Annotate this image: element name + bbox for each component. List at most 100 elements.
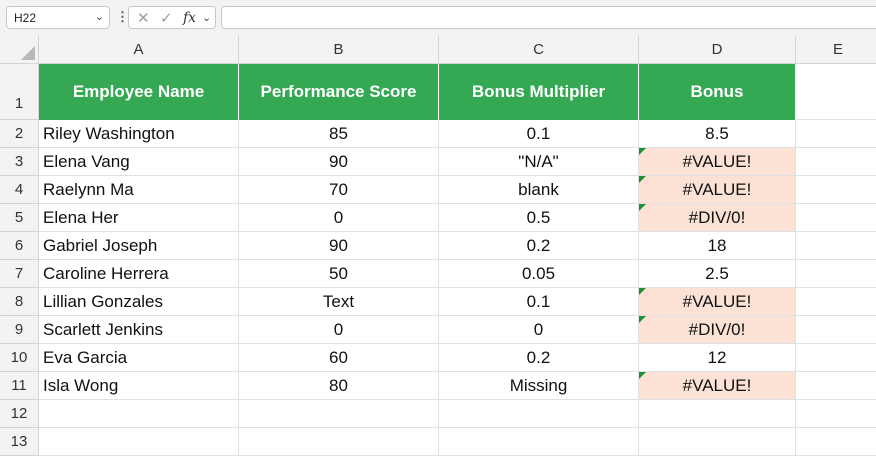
error-indicator-icon[interactable] <box>639 288 646 295</box>
error-indicator-icon[interactable] <box>639 148 646 155</box>
table-header-cell[interactable]: Bonus Multiplier <box>439 64 639 120</box>
empty-cell[interactable] <box>796 344 876 372</box>
table-cell-score[interactable]: 70 <box>239 176 439 204</box>
table-cell-bonus[interactable]: 8.5 <box>639 120 796 148</box>
table-cell-score[interactable]: 85 <box>239 120 439 148</box>
table-cell-score[interactable]: 0 <box>239 204 439 232</box>
row-header-4[interactable]: 4 <box>0 176 39 204</box>
table-cell-name[interactable]: Caroline Herrera <box>39 260 239 288</box>
empty-cell[interactable] <box>796 64 876 120</box>
table-cell-score[interactable]: Text <box>239 288 439 316</box>
table-cell-name[interactable]: Scarlett Jenkins <box>39 316 239 344</box>
table-cell-multiplier[interactable]: 0.1 <box>439 288 639 316</box>
empty-cell[interactable] <box>639 428 796 456</box>
name-box-value: H22 <box>14 11 37 25</box>
empty-cell[interactable] <box>796 120 876 148</box>
table-cell-multiplier[interactable]: 0.2 <box>439 344 639 372</box>
table-cell-bonus[interactable]: #VALUE! <box>639 148 796 176</box>
empty-cell[interactable] <box>439 428 639 456</box>
table-cell-score[interactable]: 80 <box>239 372 439 400</box>
empty-cell[interactable] <box>796 400 876 428</box>
error-indicator-icon[interactable] <box>639 204 646 211</box>
empty-cell[interactable] <box>796 260 876 288</box>
table-cell-score[interactable]: 0 <box>239 316 439 344</box>
empty-cell[interactable] <box>796 428 876 456</box>
table-cell-multiplier[interactable]: 0.2 <box>439 232 639 260</box>
row-header-12[interactable]: 12 <box>0 400 39 428</box>
row-header-10[interactable]: 10 <box>0 344 39 372</box>
table-cell-multiplier[interactable]: 0.5 <box>439 204 639 232</box>
column-header-e[interactable]: E <box>796 36 876 64</box>
table-cell-name[interactable]: Elena Her <box>39 204 239 232</box>
table-header-cell[interactable]: Bonus <box>639 64 796 120</box>
table-cell-name[interactable]: Gabriel Joseph <box>39 232 239 260</box>
checkmark-icon[interactable]: ✓ <box>160 9 173 27</box>
table-cell-bonus[interactable]: #DIV/0! <box>639 316 796 344</box>
select-all-button[interactable] <box>0 36 39 64</box>
column-header-c[interactable]: C <box>439 36 639 64</box>
table-cell-multiplier[interactable]: 0 <box>439 316 639 344</box>
chevron-down-icon[interactable]: ⌄ <box>202 11 211 24</box>
row-header-2[interactable]: 2 <box>0 120 39 148</box>
error-value: #DIV/0! <box>688 208 746 227</box>
empty-cell[interactable] <box>796 148 876 176</box>
empty-cell[interactable] <box>439 400 639 428</box>
column-header-a[interactable]: A <box>39 36 239 64</box>
table-cell-multiplier[interactable]: 0.05 <box>439 260 639 288</box>
table-cell-name[interactable]: Isla Wong <box>39 372 239 400</box>
empty-cell[interactable] <box>796 204 876 232</box>
table-cell-score[interactable]: 50 <box>239 260 439 288</box>
table-cell-bonus[interactable]: #VALUE! <box>639 372 796 400</box>
cancel-icon[interactable]: ✕ <box>137 9 150 27</box>
column-header-d[interactable]: D <box>639 36 796 64</box>
row-header-3[interactable]: 3 <box>0 148 39 176</box>
empty-cell[interactable] <box>639 400 796 428</box>
row-header-5[interactable]: 5 <box>0 204 39 232</box>
table-cell-bonus[interactable]: #VALUE! <box>639 288 796 316</box>
table-cell-bonus[interactable]: 2.5 <box>639 260 796 288</box>
chevron-down-icon[interactable]: ⌄ <box>95 10 104 23</box>
table-cell-name[interactable]: Lillian Gonzales <box>39 288 239 316</box>
empty-cell[interactable] <box>796 232 876 260</box>
error-value: #VALUE! <box>682 292 752 311</box>
row-header-11[interactable]: 11 <box>0 372 39 400</box>
error-indicator-icon[interactable] <box>639 372 646 379</box>
table-cell-score[interactable]: 90 <box>239 232 439 260</box>
table-cell-name[interactable]: Elena Vang <box>39 148 239 176</box>
table-cell-name[interactable]: Riley Washington <box>39 120 239 148</box>
empty-cell[interactable] <box>239 400 439 428</box>
table-header-cell[interactable]: Employee Name <box>39 64 239 120</box>
empty-cell[interactable] <box>239 428 439 456</box>
error-indicator-icon[interactable] <box>639 176 646 183</box>
empty-cell[interactable] <box>796 176 876 204</box>
empty-cell[interactable] <box>796 316 876 344</box>
table-cell-multiplier[interactable]: "N/A" <box>439 148 639 176</box>
table-cell-name[interactable]: Eva Garcia <box>39 344 239 372</box>
table-cell-score[interactable]: 90 <box>239 148 439 176</box>
row-header-8[interactable]: 8 <box>0 288 39 316</box>
table-cell-bonus[interactable]: #VALUE! <box>639 176 796 204</box>
table-cell-bonus[interactable]: 18 <box>639 232 796 260</box>
empty-cell[interactable] <box>796 288 876 316</box>
table-cell-multiplier[interactable]: 0.1 <box>439 120 639 148</box>
table-cell-bonus[interactable]: #DIV/0! <box>639 204 796 232</box>
table-cell-score[interactable]: 60 <box>239 344 439 372</box>
row-header-9[interactable]: 9 <box>0 316 39 344</box>
formula-input[interactable] <box>221 6 876 29</box>
empty-cell[interactable] <box>796 372 876 400</box>
table-cell-bonus[interactable]: 12 <box>639 344 796 372</box>
insert-function-icon[interactable]: fx <box>183 10 196 26</box>
row-header-1[interactable]: 1 <box>0 64 39 120</box>
table-cell-name[interactable]: Raelynn Ma <box>39 176 239 204</box>
row-header-6[interactable]: 6 <box>0 232 39 260</box>
empty-cell[interactable] <box>39 400 239 428</box>
table-cell-multiplier[interactable]: blank <box>439 176 639 204</box>
row-header-13[interactable]: 13 <box>0 428 39 456</box>
empty-cell[interactable] <box>39 428 239 456</box>
table-header-cell[interactable]: Performance Score <box>239 64 439 120</box>
column-header-b[interactable]: B <box>239 36 439 64</box>
error-indicator-icon[interactable] <box>639 316 646 323</box>
row-header-7[interactable]: 7 <box>0 260 39 288</box>
name-box[interactable]: H22 ⌄ <box>6 6 110 29</box>
table-cell-multiplier[interactable]: Missing <box>439 372 639 400</box>
